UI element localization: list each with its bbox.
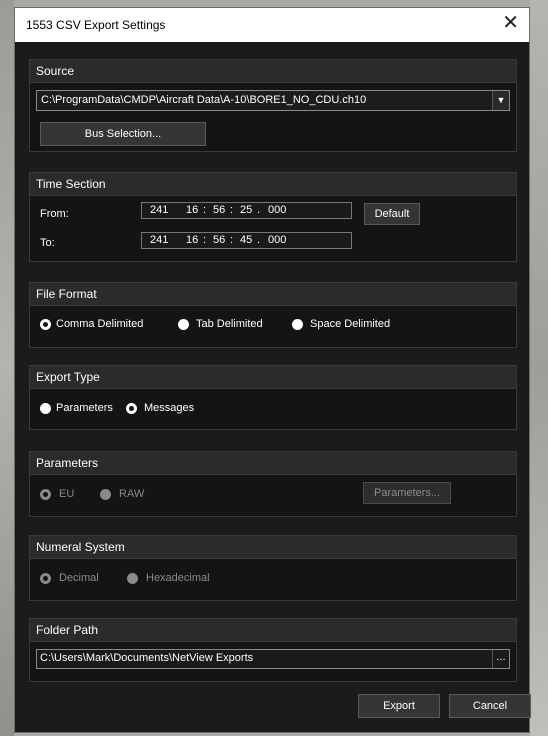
browse-button[interactable]: ... — [492, 650, 509, 668]
file-format-header: File Format — [30, 283, 516, 306]
numeral-system-header: Numeral System — [30, 536, 516, 559]
hexadecimal-label[interactable]: Hexadecimal — [146, 572, 210, 584]
eu-radio[interactable] — [40, 489, 51, 500]
folder-path-input[interactable]: C:\Users\Mark\Documents\NetView Exports … — [36, 649, 510, 669]
to-sec[interactable]: 45 — [240, 233, 252, 248]
comma-delimited-radio[interactable] — [40, 319, 51, 330]
file-format-section: File Format Comma Delimited Tab Delimite… — [29, 282, 517, 348]
folder-path-value: C:\Users\Mark\Documents\NetView Exports — [40, 652, 254, 664]
export-type-section: Export Type Parameters Messages — [29, 365, 517, 430]
folder-path-header: Folder Path — [30, 619, 516, 642]
background-left — [0, 0, 14, 736]
source-header: Source — [30, 60, 516, 83]
close-icon[interactable]: ✕ — [502, 13, 519, 33]
tab-delimited-label[interactable]: Tab Delimited — [196, 318, 263, 330]
from-ms[interactable]: 000 — [268, 203, 286, 218]
raw-label[interactable]: RAW — [119, 488, 144, 500]
parameters-section: Parameters EU RAW Parameters... — [29, 451, 517, 517]
cancel-button[interactable]: Cancel — [449, 694, 531, 718]
source-file-combobox[interactable]: C:\ProgramData\CMDP\Aircraft Data\A-10\B… — [36, 90, 510, 111]
parameters-export-radio[interactable] — [40, 403, 51, 414]
to-min[interactable]: 56 — [213, 233, 225, 248]
tab-delimited-radio[interactable] — [178, 319, 189, 330]
eu-label[interactable]: EU — [59, 488, 74, 500]
raw-radio[interactable] — [100, 489, 111, 500]
messages-export-radio[interactable] — [126, 403, 137, 414]
hexadecimal-radio[interactable] — [127, 573, 138, 584]
from-sec[interactable]: 25 — [240, 203, 252, 218]
title-bar: 1553 CSV Export Settings ✕ — [15, 8, 529, 42]
time-section-header: Time Section — [30, 173, 516, 196]
to-ms[interactable]: 000 — [268, 233, 286, 248]
to-day[interactable]: 241 — [150, 233, 168, 248]
chevron-down-icon[interactable]: ▼ — [492, 91, 509, 110]
parameters-export-label[interactable]: Parameters — [56, 402, 113, 414]
from-hour[interactable]: 16 — [186, 203, 198, 218]
numeral-system-section: Numeral System Decimal Hexadecimal — [29, 535, 517, 601]
source-section: Source C:\ProgramData\CMDP\Aircraft Data… — [29, 59, 517, 152]
folder-path-section: Folder Path C:\Users\Mark\Documents\NetV… — [29, 618, 517, 682]
decimal-label[interactable]: Decimal — [59, 572, 99, 584]
background-right — [530, 0, 548, 736]
from-min[interactable]: 56 — [213, 203, 225, 218]
space-delimited-label[interactable]: Space Delimited — [310, 318, 390, 330]
decimal-radio[interactable] — [40, 573, 51, 584]
messages-export-label[interactable]: Messages — [144, 402, 194, 414]
from-time-field[interactable]: 241 16 : 56 : 25 . 000 — [141, 202, 352, 219]
export-settings-dialog: 1553 CSV Export Settings ✕ Source C:\Pro… — [14, 7, 531, 733]
comma-delimited-label[interactable]: Comma Delimited — [56, 318, 143, 330]
to-time-field[interactable]: 241 16 : 56 : 45 . 000 — [141, 232, 352, 249]
default-button[interactable]: Default — [364, 203, 420, 225]
parameters-button[interactable]: Parameters... — [363, 482, 451, 504]
export-button[interactable]: Export — [358, 694, 440, 718]
window-title: 1553 CSV Export Settings — [26, 18, 166, 32]
time-section: Time Section From: 241 16 : 56 : 25 . 00… — [29, 172, 517, 262]
parameters-header: Parameters — [30, 452, 516, 475]
from-label: From: — [40, 208, 69, 220]
to-hour[interactable]: 16 — [186, 233, 198, 248]
to-label: To: — [40, 237, 55, 249]
export-type-header: Export Type — [30, 366, 516, 389]
space-delimited-radio[interactable] — [292, 319, 303, 330]
bus-selection-button[interactable]: Bus Selection... — [40, 122, 206, 146]
source-file-path: C:\ProgramData\CMDP\Aircraft Data\A-10\B… — [41, 94, 367, 106]
from-day[interactable]: 241 — [150, 203, 168, 218]
